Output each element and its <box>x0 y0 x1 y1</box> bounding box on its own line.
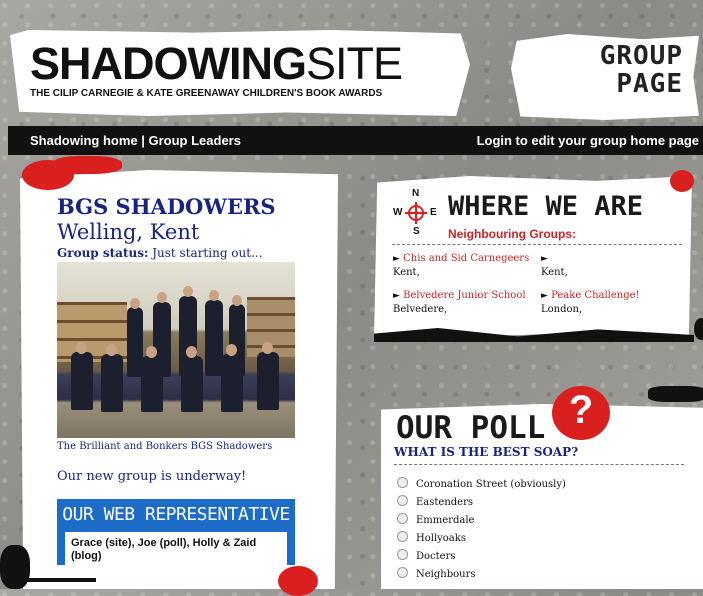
student-figure <box>141 356 163 412</box>
group-status: Group status: Just starting out... <box>57 246 263 260</box>
neighbour-group-link[interactable]: Belvedere Junior School <box>403 290 525 301</box>
compass-icon: N S W E <box>393 188 439 237</box>
student-figure <box>183 286 193 297</box>
red-splat-decoration <box>52 156 122 174</box>
question-mark-icon: ? <box>568 388 594 432</box>
site-logo[interactable]: SHADOWINGSITE <box>30 38 403 89</box>
student-figure <box>186 346 197 358</box>
student-figure <box>76 342 87 354</box>
divider <box>394 464 684 465</box>
ink-splat-decoration <box>648 386 703 402</box>
student-figure <box>106 344 117 356</box>
nav-group-leaders[interactable]: Group Leaders <box>149 133 241 148</box>
logo-bold: SHADOWING <box>30 38 307 89</box>
web-representative-text: Grace (site), Joe (poll), Holly & Zaid (… <box>71 537 257 562</box>
neighbour-group: ► Peake Challenge! London, <box>541 289 640 316</box>
arrow-right-icon: ► <box>541 254 548 264</box>
ink-splat-decoration <box>694 318 703 340</box>
radio-button[interactable] <box>397 477 408 488</box>
red-splat-decoration <box>278 566 318 596</box>
poll-option-label: Docters <box>416 551 456 562</box>
neighbour-group: ► Chis and Sid Carnegeers Kent, <box>393 252 529 279</box>
ink-splat-decoration <box>0 545 30 589</box>
student-figure <box>130 298 140 309</box>
divider <box>392 244 682 245</box>
group-status-label: Group status: <box>57 246 149 260</box>
radio-button[interactable] <box>397 495 408 506</box>
student-figure <box>181 356 203 412</box>
group-page-label: GROUP PAGE <box>533 42 683 98</box>
student-figure <box>157 292 167 303</box>
radio-button[interactable] <box>397 567 408 578</box>
arrow-right-icon: ► <box>541 291 548 301</box>
group-page-line1: GROUP <box>599 41 683 71</box>
where-we-are-title: WHERE WE ARE <box>448 191 644 222</box>
student-figure <box>101 354 123 412</box>
group-name: BGS SHADOWERS <box>57 194 276 219</box>
poll-option-label: Emmerdale <box>416 515 475 526</box>
poll-option[interactable]: Coronation Street (obviously) <box>397 477 566 491</box>
group-photo <box>57 262 295 438</box>
student-figure <box>209 290 219 301</box>
photo-caption: The Brilliant and Bonkers BGS Shadowers <box>57 441 273 452</box>
student-figure <box>226 344 237 356</box>
group-status-value: Just starting out... <box>148 246 263 260</box>
student-figure <box>71 352 93 410</box>
poll-option-label: Coronation Street (obviously) <box>416 479 566 490</box>
poll-option[interactable]: Hollyoaks <box>397 531 466 545</box>
arrow-right-icon: ► <box>393 291 400 301</box>
poll-option[interactable]: Emmerdale <box>397 513 474 527</box>
poll-title: OUR POLL <box>396 410 546 446</box>
poll-option[interactable]: Eastenders <box>397 495 473 509</box>
neighbouring-groups-label: Neighbouring Groups: <box>448 227 576 241</box>
group-page-line2: PAGE <box>616 69 683 99</box>
group-location: Welling, Kent <box>57 220 200 244</box>
page: SHADOWINGSITE THE CILIP CARNEGIE & KATE … <box>0 0 703 596</box>
arrow-right-icon: ► <box>393 254 400 264</box>
neighbour-group-location: Kent, <box>393 267 420 278</box>
student-figure <box>257 352 279 410</box>
logo-light: SITE <box>306 38 403 89</box>
neighbour-group: ► Kent, <box>541 252 568 279</box>
nav-shadowing-home[interactable]: Shadowing home <box>30 133 138 148</box>
student-figure <box>262 342 273 354</box>
top-nav: Shadowing home | Group Leaders Login to … <box>8 126 703 155</box>
nav-separator: | <box>137 133 149 148</box>
poll-option[interactable]: Neighbours <box>397 567 475 581</box>
neighbour-group-link[interactable]: Chis and Sid Carnegeers <box>403 253 529 264</box>
neighbour-group-link[interactable]: Peake Challenge! <box>551 290 639 301</box>
nav-links: Shadowing home | Group Leaders <box>30 133 241 148</box>
student-figure <box>221 354 243 412</box>
student-figure <box>146 346 157 358</box>
neighbour-group: ► Belvedere Junior School Belvedere, <box>393 289 526 316</box>
neighbour-group-location: London, <box>541 304 583 315</box>
poll-option-label: Hollyoaks <box>416 533 466 544</box>
radio-button[interactable] <box>397 531 408 542</box>
radio-button[interactable] <box>397 549 408 560</box>
login-link[interactable]: Login to edit your group home page <box>477 133 699 148</box>
web-representative-title: OUR WEB REPRESENTATIVE <box>62 504 290 525</box>
logo-subtitle: THE CILIP CARNEGIE & KATE GREENAWAY CHIL… <box>30 88 383 99</box>
poll-option-label: Eastenders <box>416 497 474 508</box>
neighbour-group-location: Belvedere, <box>393 304 448 315</box>
red-splat-decoration <box>670 170 694 192</box>
group-message: Our new group is underway! <box>57 469 247 484</box>
poll-option-label: Neighbours <box>416 569 476 580</box>
radio-button[interactable] <box>397 513 408 524</box>
ink-splat-decoration <box>26 578 96 582</box>
poll-option[interactable]: Docters <box>397 549 456 563</box>
student-figure <box>232 295 242 306</box>
crosshair-icon <box>405 202 427 224</box>
bookshelf-left <box>57 302 127 362</box>
neighbour-group-location: Kent, <box>541 267 568 278</box>
poll-question: WHAT IS THE BEST SOAP? <box>394 445 579 459</box>
